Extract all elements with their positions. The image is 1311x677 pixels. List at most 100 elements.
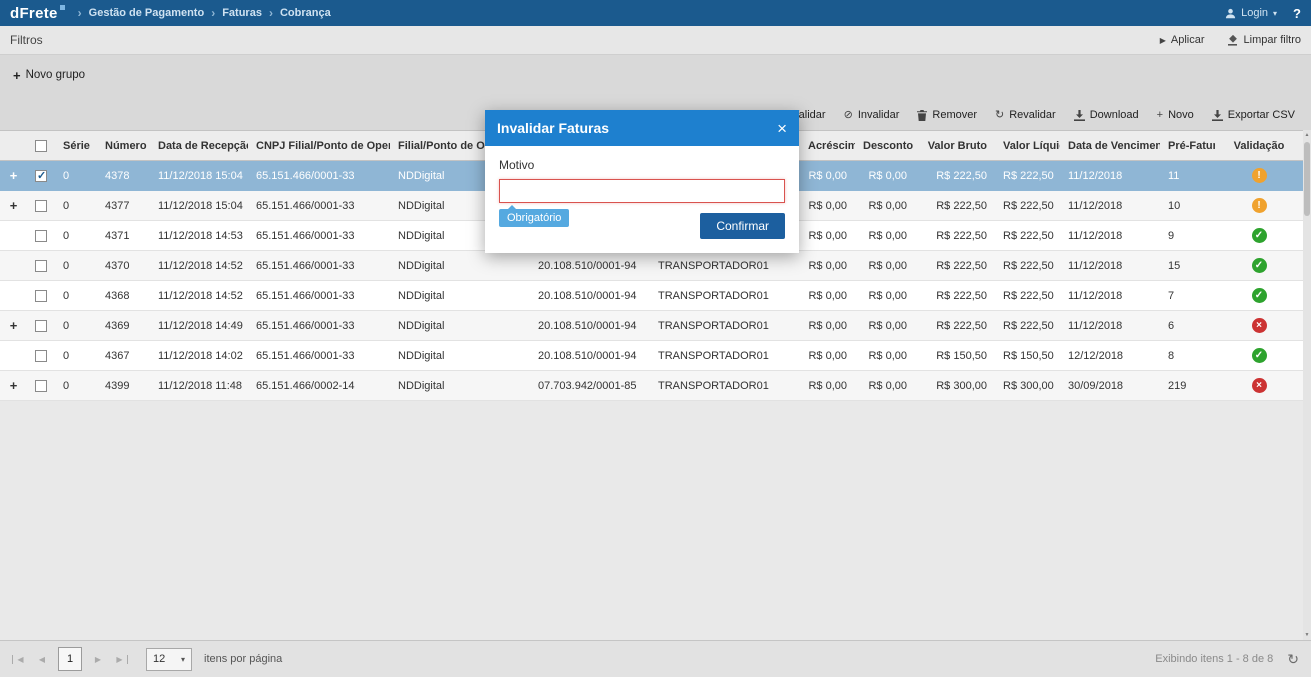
revalidate-icon: ↻ [995,108,1005,121]
validation-invalid-icon: × [1251,318,1267,333]
new-group-button[interactable]: + Novo grupo [13,68,85,83]
cell: 11/12/2018 [1060,160,1160,191]
row-checkbox[interactable] [35,229,47,242]
header-expand [0,130,27,161]
cell: R$ 0,00 [855,220,915,251]
cell: 11/12/2018 14:49 [150,310,248,341]
column-header-cnpj-filial-ponto-de-opera-o[interactable]: CNPJ Filial/Ponto de Operação [248,130,390,161]
revalidar-button[interactable]: ↻ Revalidar [995,109,1056,121]
apply-filter-label: Aplicar [1170,34,1205,46]
column-header-data-de-vencimento[interactable]: Data de Vencimento [1060,130,1160,161]
app-logo[interactable]: dFrete [10,4,65,22]
cell: 4377 [97,190,150,221]
cell: 65.151.466/0001-33 [248,190,390,221]
cell: NDDigital [390,310,530,341]
column-header-s-rie[interactable]: Série [55,130,97,161]
column-header-n-mero[interactable]: Número [97,130,150,161]
modal-header: Invalidar Faturas × [485,110,799,146]
breadcrumb-item[interactable]: Cobrança [280,7,331,19]
vertical-scrollbar[interactable]: ▲ ▼ [1303,130,1311,640]
expand-row-button[interactable]: + [0,310,27,341]
cell: 65.151.466/0001-33 [248,220,390,251]
expand-row-button[interactable]: + [0,190,27,221]
apply-filter-button[interactable]: ▶ Aplicar [1160,34,1205,46]
breadcrumb-item[interactable]: Gestão de Pagamento [89,7,205,19]
expand-row-button[interactable]: + [0,370,27,401]
table-row[interactable]: +0 4369 11/12/2018 14:49 65.151.466/0001-33… [0,310,1303,341]
remover-button[interactable]: Remover [917,109,977,121]
login-menu[interactable]: Login ▾ [1225,7,1277,19]
invalidar-button[interactable]: ⊘ Invalidar [844,109,900,121]
previous-page-button[interactable]: ◀ [34,655,50,664]
download-button[interactable]: Download [1073,109,1139,121]
clear-filter-button[interactable]: Limpar filtro [1227,34,1301,46]
column-header-valor-l-quido[interactable]: Valor Líquido [995,130,1060,161]
cell: 20.108.510/0001-94 [530,250,650,281]
row-checkbox[interactable] [35,169,47,182]
column-header-valida-o[interactable]: Validação [1215,130,1303,161]
cell: 4378 [97,160,150,191]
cell: 0 [55,160,97,191]
pager-status: Exibindo itens 1 - 8 de 8 [1155,653,1274,665]
next-page-button[interactable]: ▶ [90,655,106,664]
table-row[interactable]: 0 4370 11/12/2018 14:52 65.151.466/0001-33 N… [0,250,1303,281]
cell: 65.151.466/0001-33 [248,340,390,371]
scroll-down-icon[interactable]: ▼ [1303,630,1311,640]
expand-cell [0,250,27,281]
column-header-desconto[interactable]: Desconto [855,130,915,161]
row-checkbox[interactable] [35,259,47,272]
scrollbar-thumb[interactable] [1304,142,1310,216]
column-header-valor-bruto[interactable]: Valor Bruto [915,130,995,161]
cell: R$ 0,00 [855,370,915,401]
motivo-input[interactable] [499,179,785,203]
confirm-button[interactable]: Confirmar [700,213,785,239]
row-checkbox[interactable] [35,349,47,362]
cell: TRANSPORTADOR01 [650,280,800,311]
table-row[interactable]: 0 4368 11/12/2018 14:52 65.151.466/0001-33 N… [0,280,1303,311]
cell: 11/12/2018 15:04 [150,190,248,221]
breadcrumb-item[interactable]: Faturas [222,7,262,19]
column-header-acr-scimo[interactable]: Acréscimo [800,130,855,161]
cell: R$ 222,50 [995,160,1060,191]
row-checkbox[interactable] [35,199,47,212]
select-all-checkbox[interactable] [35,139,47,152]
current-page-button[interactable]: 1 [58,647,82,671]
cell: 0 [55,190,97,221]
table-row[interactable]: 0 4367 11/12/2018 14:02 65.151.466/0001-33 N… [0,340,1303,371]
scroll-up-icon[interactable]: ▲ [1303,130,1311,140]
refresh-icon[interactable]: ↻ [1287,651,1299,668]
table-row[interactable]: +0 4399 11/12/2018 11:48 65.151.466/0002-14… [0,370,1303,401]
last-page-button[interactable]: ▶ [114,654,128,664]
validation-valid-icon: ✓ [1251,228,1267,243]
cell: R$ 0,00 [800,250,855,281]
clear-filter-label: Limpar filtro [1243,34,1301,46]
column-header-pr-fatura[interactable]: Pré-Fatura [1160,130,1215,161]
column-header-data-de-recep-o[interactable]: Data de Recepção ↓ [150,130,248,161]
apply-icon: ▶ [1159,35,1166,45]
first-page-button[interactable]: ◀ [12,654,26,664]
cell: R$ 222,50 [995,190,1060,221]
row-checkbox[interactable] [35,379,47,392]
invalidate-invoices-modal: Invalidar Faturas × Motivo Obrigatório C… [485,110,799,253]
novo-button[interactable]: + Novo [1157,109,1194,121]
help-icon[interactable]: ? [1293,6,1301,21]
cell: R$ 0,00 [855,190,915,221]
toolbar-action-label: Revalidar [1009,109,1056,121]
breadcrumb-separator: › [211,6,216,20]
cell: 11/12/2018 14:02 [150,340,248,371]
close-icon[interactable]: × [777,120,787,137]
expand-row-button[interactable]: + [0,160,27,191]
row-checkbox[interactable] [35,319,47,332]
expand-cell [0,280,27,311]
page-size-select[interactable]: 12 ▾ [146,647,192,671]
cell: NDDigital [390,250,530,281]
exportar-csv-button[interactable]: Exportar CSV [1211,109,1295,121]
cell: 0 [55,310,97,341]
row-checkbox[interactable] [35,289,47,302]
modal-title: Invalidar Faturas [497,120,610,136]
new-group-label: Novo grupo [25,69,86,81]
pager-right: Exibindo itens 1 - 8 de 8 ↻ [1155,651,1299,668]
cell: R$ 300,00 [915,370,995,401]
navbar-right: Login ▾ ? [1225,6,1301,21]
cell: R$ 222,50 [995,250,1060,281]
